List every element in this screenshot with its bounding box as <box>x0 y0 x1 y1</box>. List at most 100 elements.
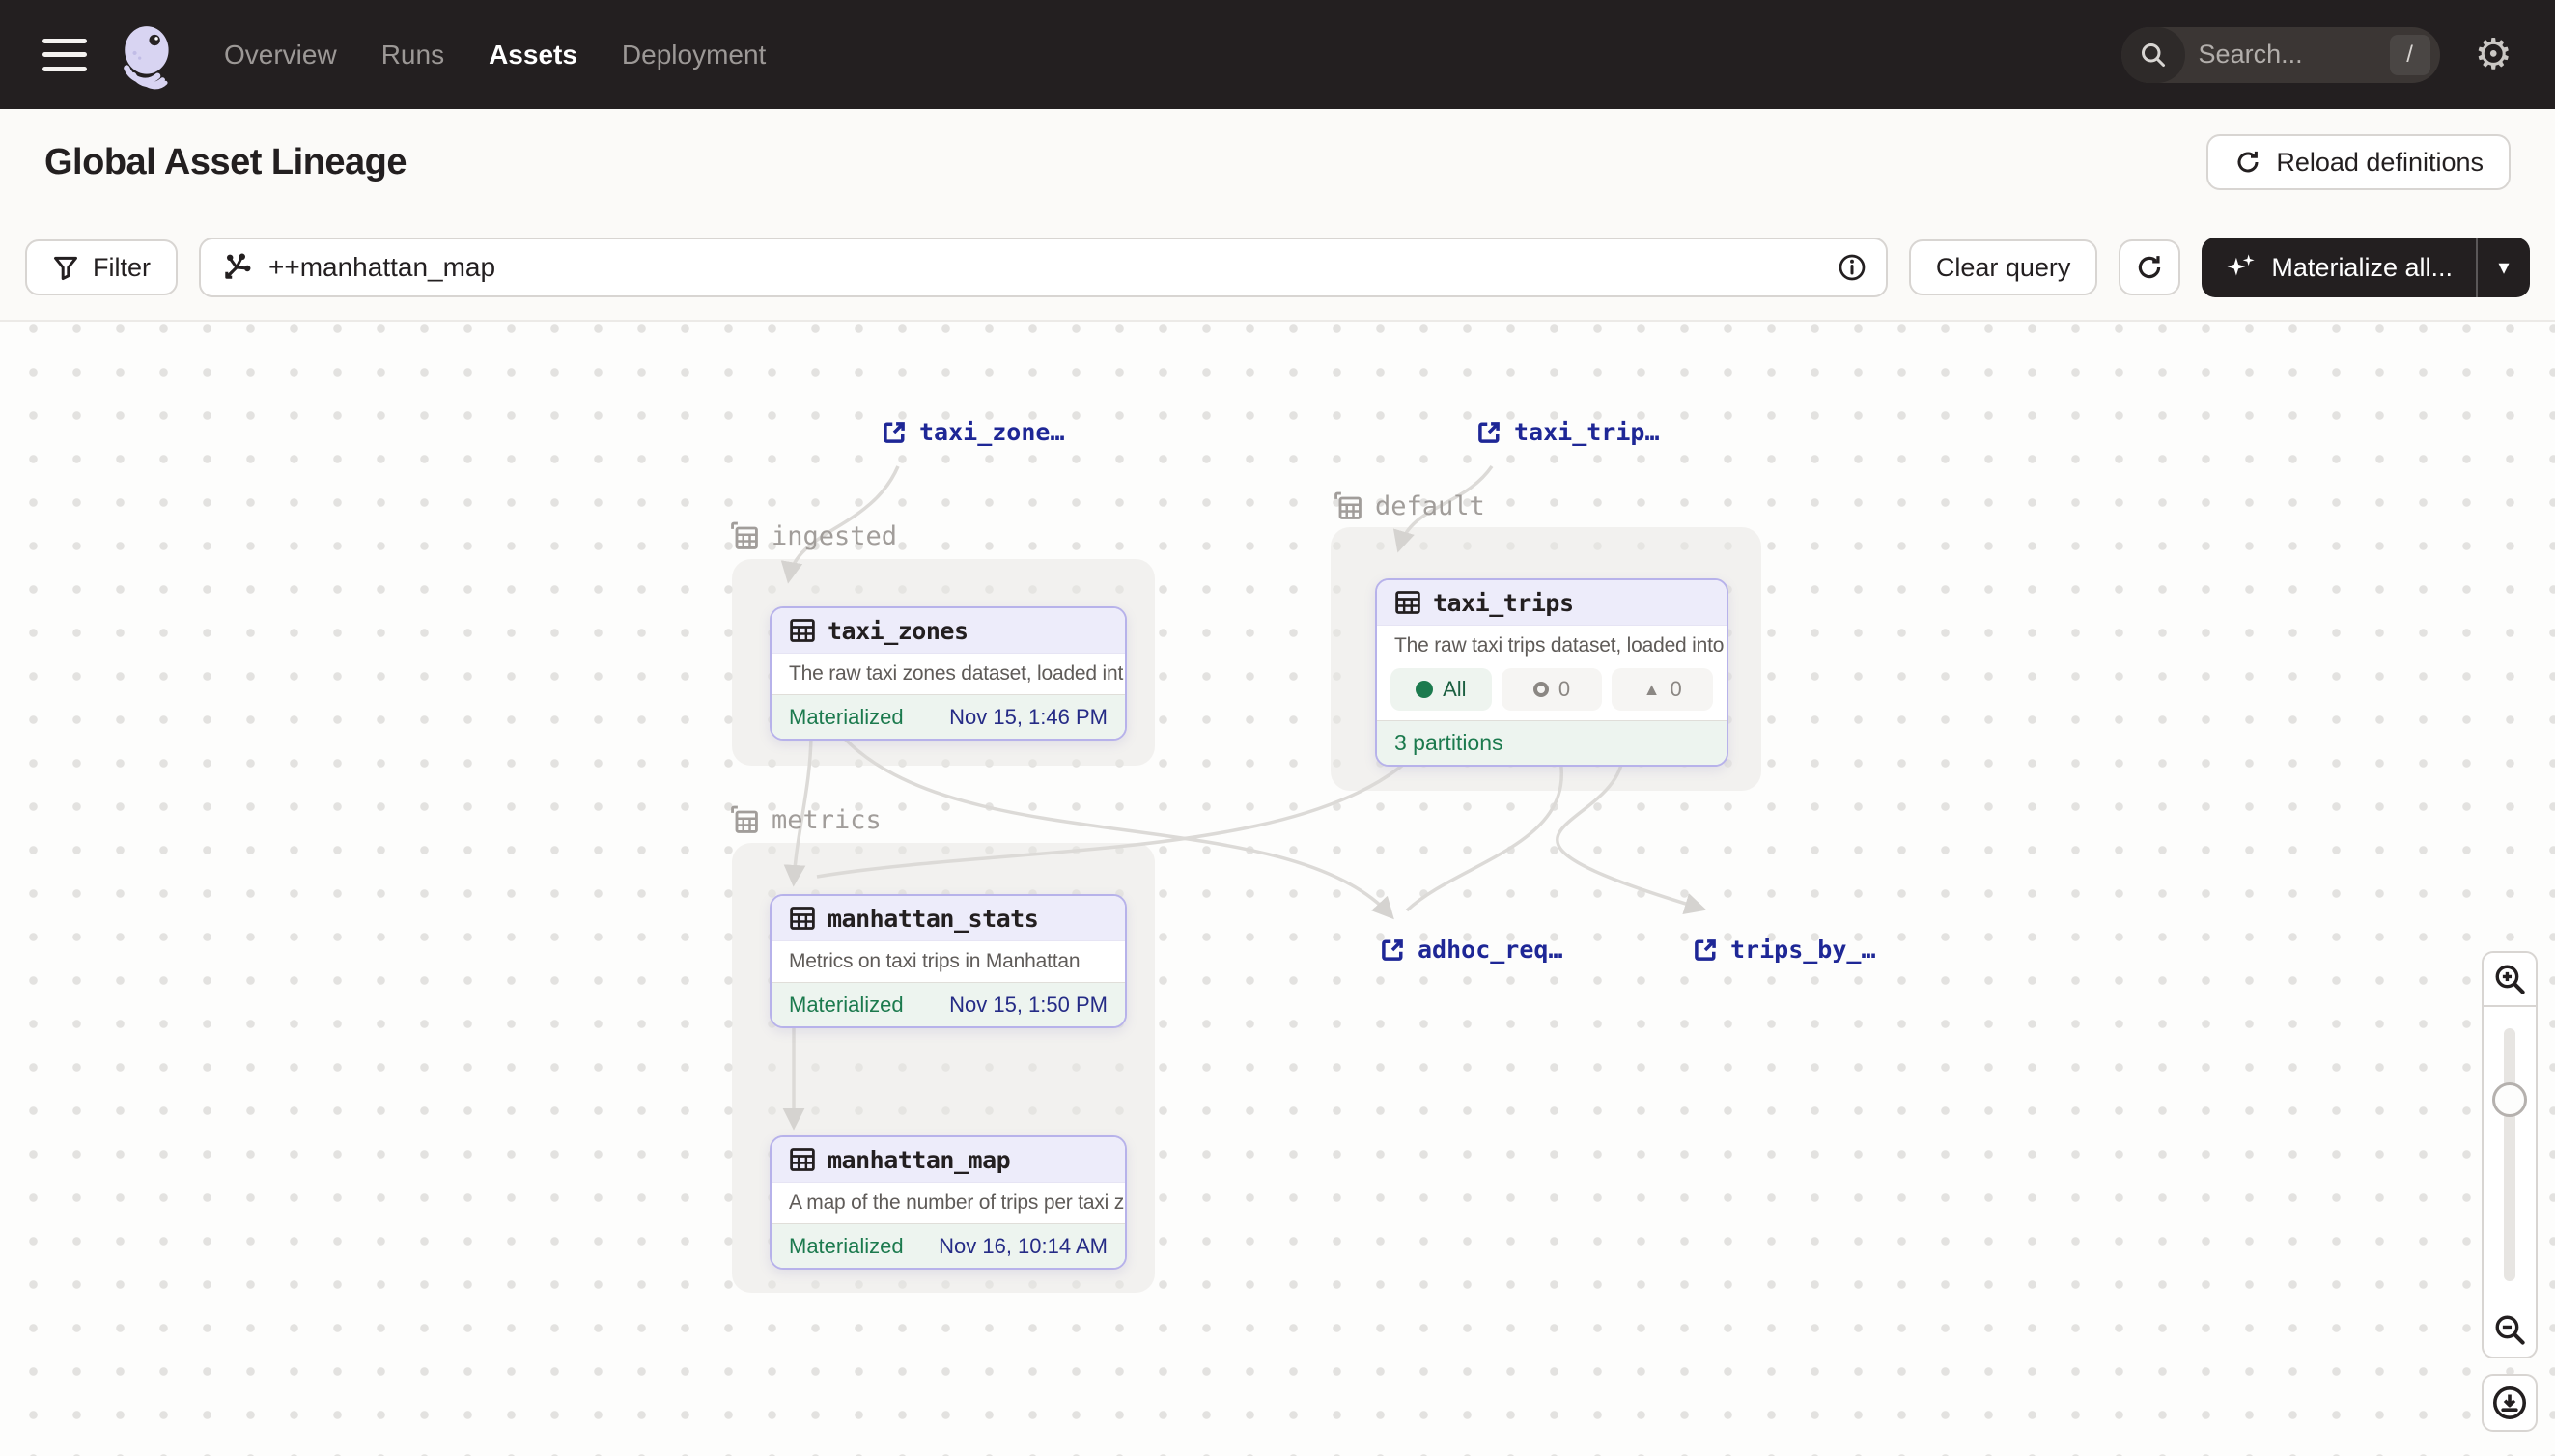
asset-description: The raw taxi trips dataset, loaded into … <box>1377 625 1727 666</box>
group-label-ingested[interactable]: ingested <box>729 520 897 551</box>
table-icon <box>1394 589 1421 616</box>
top-nav: Overview Runs Assets Deployment / ⚙ <box>0 0 2555 109</box>
query-info-icon[interactable] <box>1838 253 1867 282</box>
asset-node-manhattan-map[interactable]: manhattan_map A map of the number of tri… <box>770 1135 1127 1270</box>
hamburger-menu-icon[interactable] <box>42 39 87 71</box>
asset-name: taxi_trips <box>1433 589 1574 617</box>
asset-name: manhattan_stats <box>828 905 1038 933</box>
zoom-slider-handle[interactable] <box>2492 1082 2527 1117</box>
asset-status: Materialized <box>789 1234 904 1259</box>
search-shortcut-badge: / <box>2390 35 2430 75</box>
search-input[interactable] <box>2185 40 2390 70</box>
nav-item-deployment[interactable]: Deployment <box>622 40 766 70</box>
table-icon <box>789 1146 816 1173</box>
materialize-dropdown-caret[interactable]: ▾ <box>2476 238 2530 297</box>
partition-badge-label: 0 <box>1558 677 1570 702</box>
materialized-dot-icon <box>1416 681 1433 698</box>
external-asset-label: taxi_zone… <box>919 418 1065 446</box>
partition-badge-failed[interactable]: 0 <box>1502 668 1603 711</box>
download-image-button[interactable] <box>2482 1374 2538 1432</box>
graph-query-icon <box>220 251 253 284</box>
search-icon <box>2121 27 2185 83</box>
asset-timestamp[interactable]: Nov 15, 1:46 PM <box>949 705 1108 730</box>
nav-item-runs[interactable]: Runs <box>381 40 444 70</box>
partitions-count: 3 partitions <box>1377 720 1727 765</box>
triangle-icon: ▲ <box>1643 680 1661 700</box>
reload-definitions-label: Reload definitions <box>2276 148 2484 178</box>
reload-icon <box>2233 148 2262 177</box>
external-asset-link-adhoc-request[interactable]: adhoc_req… <box>1379 936 1563 964</box>
group-table-icon <box>1333 490 1363 521</box>
external-link-icon <box>1475 419 1502 446</box>
materialize-all-split-button: Materialize all... ▾ <box>2202 238 2530 297</box>
zoom-out-icon <box>2493 1313 2526 1346</box>
reload-definitions-button[interactable]: Reload definitions <box>2206 134 2511 190</box>
asset-timestamp[interactable]: Nov 16, 10:14 AM <box>939 1234 1108 1259</box>
zoom-controls <box>2482 951 2538 1432</box>
partition-badge-missing[interactable]: ▲ 0 <box>1612 668 1713 711</box>
refresh-graph-button[interactable] <box>2119 239 2180 295</box>
filter-label: Filter <box>93 253 151 283</box>
materialize-all-label: Materialize all... <box>2271 253 2453 283</box>
lineage-toolbar: Filter Clear query <box>0 215 2555 322</box>
asset-status: Materialized <box>789 705 904 730</box>
group-name: ingested <box>772 521 897 551</box>
clear-query-button[interactable]: Clear query <box>1909 239 2098 295</box>
materialize-all-button[interactable]: Materialize all... <box>2202 251 2476 284</box>
asset-description: Metrics on taxi trips in Manhattan <box>772 940 1125 982</box>
group-table-icon <box>729 804 760 835</box>
page-header: Global Asset Lineage Reload definitions <box>0 109 2555 215</box>
zoom-slider-track[interactable] <box>2504 1028 2515 1281</box>
external-asset-label: trips_by_… <box>1730 936 1876 964</box>
external-asset-link-taxi-trip[interactable]: taxi_trip… <box>1475 418 1660 446</box>
group-table-icon <box>729 520 760 551</box>
external-asset-label: adhoc_req… <box>1418 936 1563 964</box>
asset-description: The raw taxi zones dataset, loaded int..… <box>772 653 1125 694</box>
refresh-icon <box>2134 252 2165 283</box>
asset-node-taxi-zones[interactable]: taxi_zones The raw taxi zones dataset, l… <box>770 606 1127 741</box>
group-label-default[interactable]: default <box>1333 490 1485 521</box>
zoom-in-button[interactable] <box>2482 951 2538 1007</box>
download-icon <box>2491 1385 2528 1421</box>
partition-badge-materialized[interactable]: All <box>1390 668 1492 711</box>
asset-name: taxi_zones <box>828 617 969 645</box>
clear-query-label: Clear query <box>1936 253 2071 283</box>
asset-node-manhattan-stats[interactable]: manhattan_stats Metrics on taxi trips in… <box>770 894 1127 1028</box>
filter-funnel-icon <box>52 254 79 281</box>
page-title: Global Asset Lineage <box>44 142 407 183</box>
external-asset-label: taxi_trip… <box>1514 418 1660 446</box>
group-name: metrics <box>772 805 882 835</box>
external-link-icon <box>1379 937 1406 964</box>
partition-badge-label: 0 <box>1670 677 1681 702</box>
asset-name: manhattan_map <box>828 1146 1010 1174</box>
partition-badge-label: All <box>1443 677 1466 702</box>
nav-item-overview[interactable]: Overview <box>224 40 337 70</box>
global-search[interactable]: / <box>2121 27 2440 83</box>
asset-timestamp[interactable]: Nov 15, 1:50 PM <box>949 993 1108 1018</box>
asset-status: Materialized <box>789 993 904 1018</box>
lineage-edges <box>0 322 2555 1456</box>
zoom-slider <box>2482 1007 2538 1302</box>
asset-query-field <box>199 238 1888 297</box>
filter-button[interactable]: Filter <box>25 239 178 295</box>
group-label-metrics[interactable]: metrics <box>729 804 882 835</box>
external-link-icon <box>881 419 908 446</box>
primary-nav: Overview Runs Assets Deployment <box>224 40 766 70</box>
ring-icon <box>1533 682 1549 697</box>
zoom-in-icon <box>2493 963 2526 995</box>
table-icon <box>789 617 816 644</box>
asset-query-input[interactable] <box>268 252 1822 283</box>
external-asset-link-taxi-zone[interactable]: taxi_zone… <box>881 418 1065 446</box>
sparkle-icon <box>2225 251 2258 284</box>
settings-gear-icon[interactable]: ⚙ <box>2475 34 2513 76</box>
asset-description: A map of the number of trips per taxi z.… <box>772 1182 1125 1223</box>
partition-status-badges: All 0 ▲ 0 <box>1377 666 1727 720</box>
dagster-logo-icon[interactable] <box>118 20 182 90</box>
table-icon <box>789 905 816 932</box>
lineage-canvas[interactable]: ingested default metrics taxi_zone… <box>0 322 2555 1456</box>
asset-node-taxi-trips[interactable]: taxi_trips The raw taxi trips dataset, l… <box>1375 578 1728 767</box>
nav-item-assets[interactable]: Assets <box>489 40 577 70</box>
zoom-out-button[interactable] <box>2482 1302 2538 1358</box>
group-name: default <box>1375 491 1485 521</box>
external-asset-link-trips-by[interactable]: trips_by_… <box>1692 936 1876 964</box>
